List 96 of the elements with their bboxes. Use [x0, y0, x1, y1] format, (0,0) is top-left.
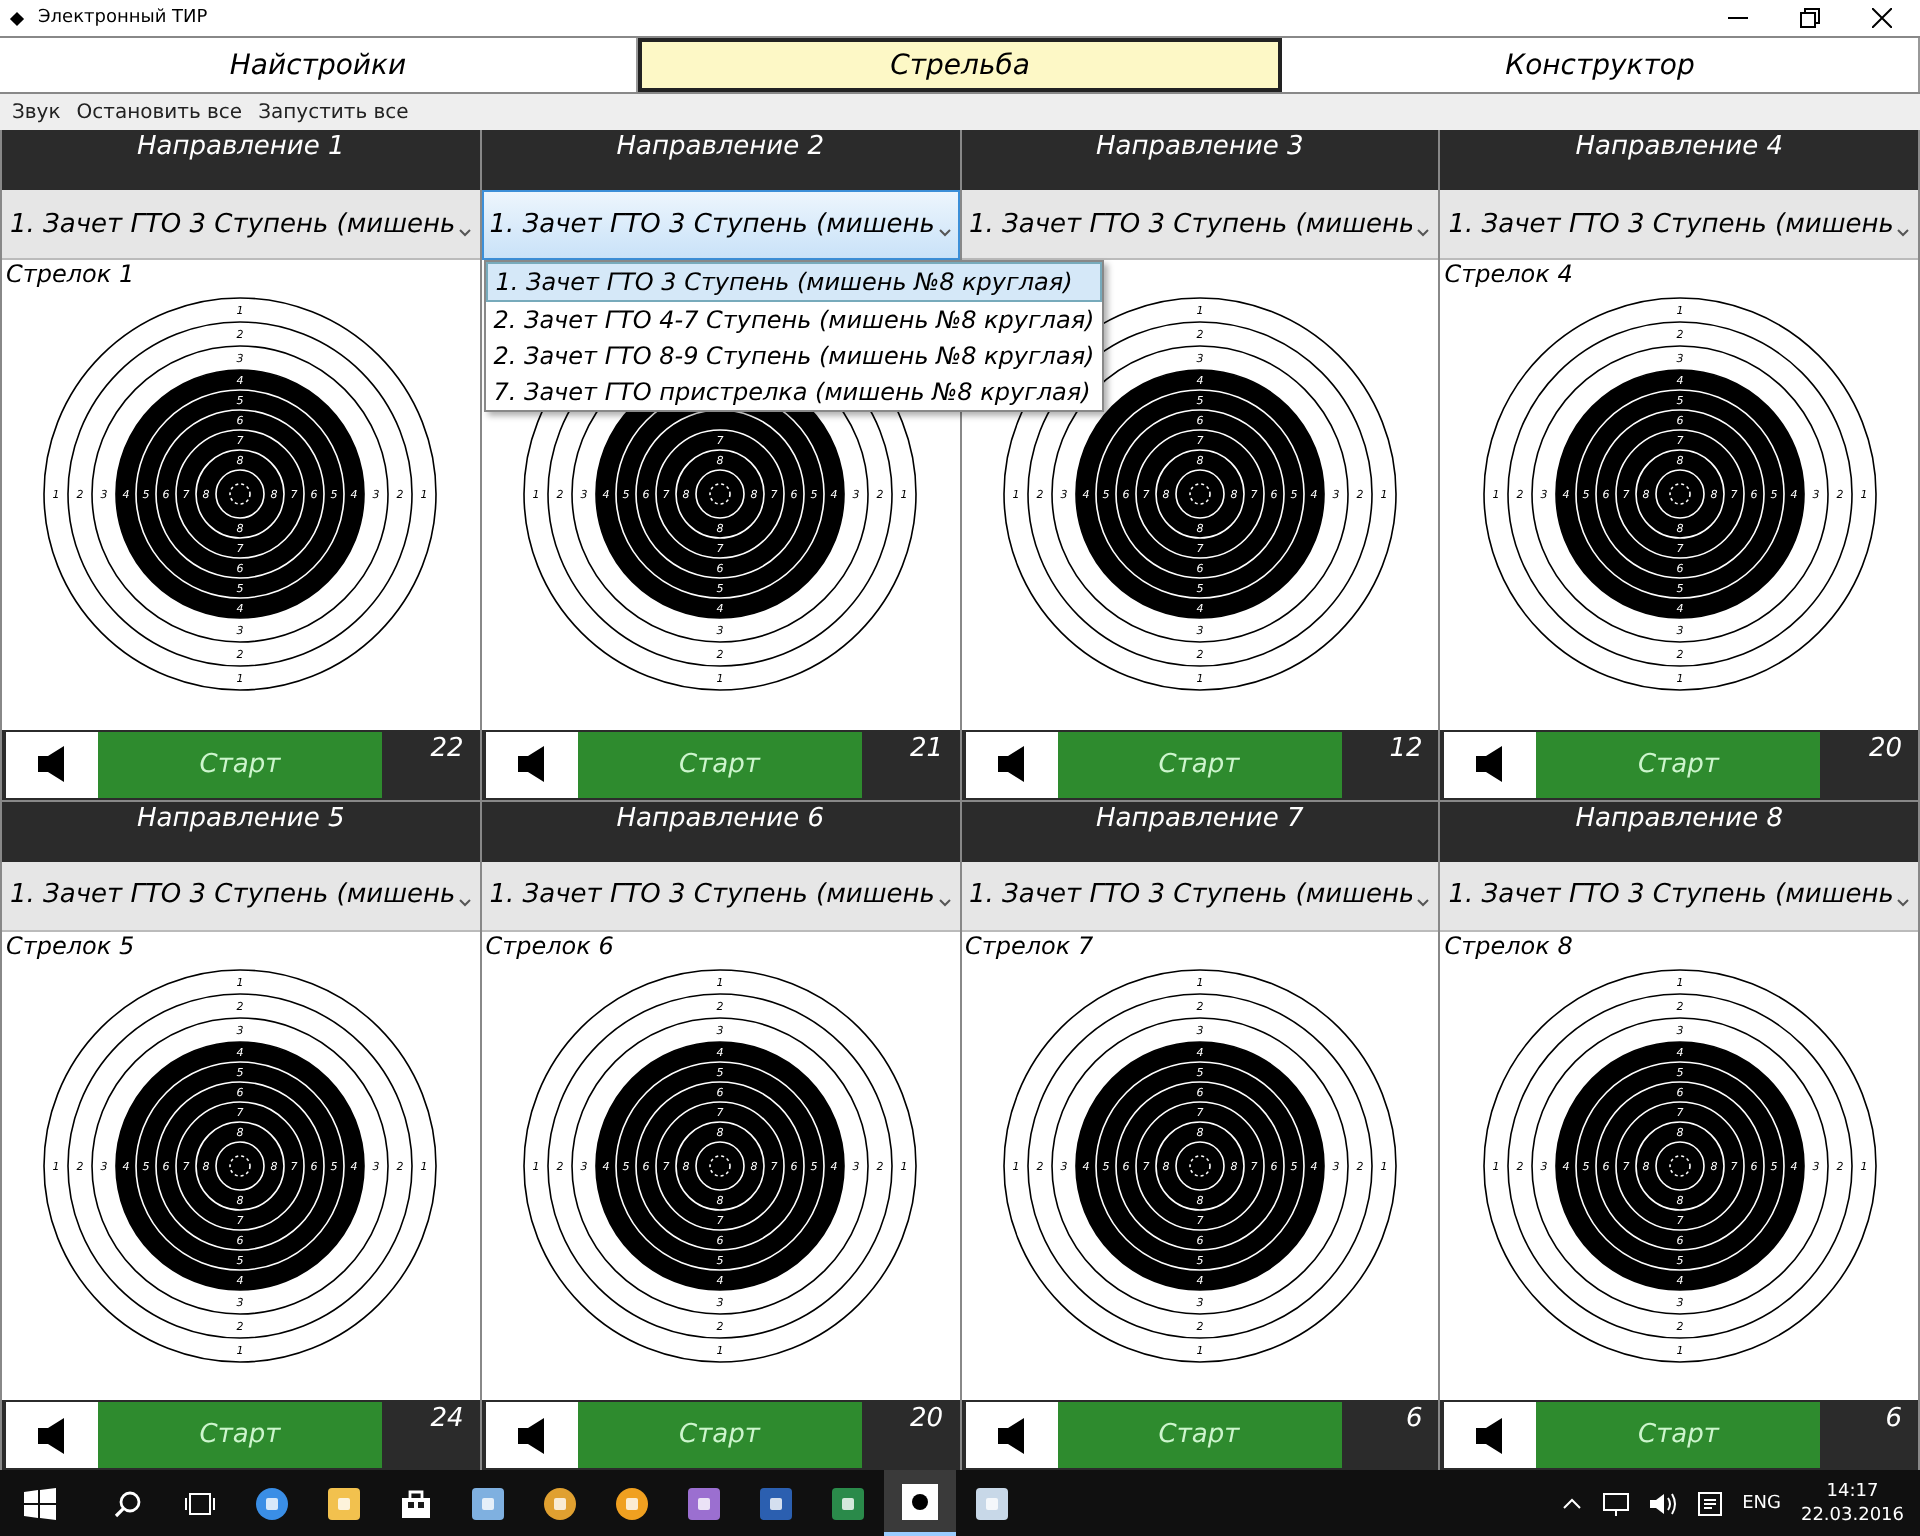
sound-button[interactable]: [965, 1402, 1057, 1468]
dropdown-option[interactable]: 2. Зачет ГТО 8-9 Ступень (мишень №8 круглая): [485, 338, 1103, 374]
network-icon[interactable]: [1602, 1491, 1631, 1515]
app-icon: [470, 1485, 506, 1521]
taskbar-app[interactable]: [884, 1470, 956, 1536]
direction-header: Направление 2: [481, 130, 959, 190]
shot-counter: 20: [907, 1402, 945, 1438]
shot-counter: 6: [1883, 1402, 1904, 1438]
start-button[interactable]: Старт: [577, 1402, 862, 1468]
program-dropdown[interactable]: 1. Зачет ГТО 3 Ступень (мишень: [1440, 190, 1918, 260]
dropdown-option[interactable]: 1. Зачет ГТО 3 Ступень (мишень №8 круглая): [485, 262, 1103, 302]
direction-header: Направление 7: [961, 801, 1439, 861]
program-dropdown[interactable]: 1. Зачет ГТО 3 Ступень (мишень: [961, 190, 1439, 260]
speaker-icon: [997, 746, 1025, 782]
direction-header: Направление 8: [1440, 801, 1918, 861]
speaker-icon: [38, 746, 66, 782]
start-button[interactable]: Старт: [1536, 1402, 1821, 1468]
speaker-icon: [1476, 1417, 1505, 1453]
chevron-icon: [1896, 898, 1910, 908]
speaker-icon: [1476, 746, 1505, 782]
start-button[interactable]: Старт: [1057, 1402, 1341, 1468]
app-icon: [254, 1485, 290, 1521]
start-button[interactable]: Старт: [1536, 731, 1821, 797]
start-button[interactable]: Старт: [98, 731, 382, 797]
program-dropdown[interactable]: 1. Зачет ГТО 3 Ступень (мишень: [2, 190, 480, 260]
notification-icon[interactable]: [1698, 1491, 1723, 1515]
sound-button[interactable]: [1444, 731, 1537, 797]
speaker-icon: [38, 1417, 66, 1453]
toolbar-button[interactable]: Запустить все: [254, 101, 413, 123]
app-icon: [830, 1485, 866, 1521]
shooter-label: Стрелок 7: [963, 931, 1094, 961]
program-dropdown[interactable]: 1. Зачет ГТО 3 Ступень (мишень: [481, 190, 959, 260]
shot-counter: 21: [907, 731, 945, 767]
app-icon: [9, 10, 25, 26]
shot-counter: 6: [1403, 1402, 1425, 1438]
app-icon: [686, 1485, 722, 1521]
start-icon[interactable]: [24, 1487, 56, 1519]
shooter-label: Стрелок 4: [1442, 260, 1573, 290]
sound-button[interactable]: [485, 731, 578, 797]
chevron-icon: [1896, 227, 1910, 237]
clock-date: 22.03.2016: [1800, 1503, 1904, 1527]
chevron-icon: [1416, 898, 1431, 908]
search-icon: [114, 1489, 142, 1517]
speaker-icon: [997, 1417, 1025, 1453]
program-dropdown[interactable]: 1. Зачет ГТО 3 Ступень (мишень: [481, 861, 959, 931]
program-dropdown[interactable]: 1. Зачет ГТО 3 Ступень (мишень: [2, 861, 480, 931]
chevron-icon: [937, 227, 951, 237]
shooter-label: Стрелок 5: [4, 931, 135, 961]
clock-time: 14:17: [1826, 1479, 1879, 1503]
shooter-label: Стрелок 1: [4, 260, 135, 290]
direction-header: Направление 3: [961, 130, 1439, 190]
app-icon: [758, 1485, 794, 1521]
app-icon: [974, 1485, 1010, 1521]
shooter-label: Стрелок 6: [483, 931, 614, 961]
chevron-up-icon[interactable]: [1562, 1497, 1583, 1509]
program-dropdown[interactable]: 1. Зачет ГТО 3 Ступень (мишень: [1440, 861, 1918, 931]
sound-button[interactable]: [1444, 1402, 1537, 1468]
volume-icon[interactable]: [1650, 1491, 1679, 1515]
start-button[interactable]: Старт: [98, 1402, 382, 1468]
chevron-icon: [937, 898, 951, 908]
shot-counter: 20: [1866, 731, 1904, 767]
language-indicator[interactable]: ENG: [1742, 1493, 1781, 1513]
app-icon: [542, 1485, 578, 1521]
shot-counter: 22: [428, 731, 466, 767]
app-icon: [614, 1485, 650, 1521]
direction-header: Направление 5: [2, 801, 480, 861]
sound-button[interactable]: [6, 1402, 98, 1468]
task-view-icon: [184, 1491, 216, 1515]
window-title: Электронный ТИР: [38, 8, 210, 28]
maximize-icon[interactable]: [1800, 8, 1820, 28]
close-icon[interactable]: [1872, 8, 1892, 28]
shot-counter: 12: [1387, 731, 1425, 767]
app-icon: [326, 1485, 362, 1521]
shooter-label: Стрелок 8: [1442, 931, 1573, 961]
sound-button[interactable]: [965, 731, 1057, 797]
bag-icon: [400, 1487, 432, 1519]
start-button[interactable]: Старт: [577, 731, 862, 797]
direction-header: Направление 6: [481, 801, 959, 861]
direction-header: Направление 4: [1440, 130, 1918, 190]
dropdown-option[interactable]: 7. Зачет ГТО пристрелка (мишень №8 круглая): [485, 374, 1103, 410]
chevron-icon: [457, 227, 472, 237]
sound-button[interactable]: [6, 731, 98, 797]
speaker-icon: [517, 746, 546, 782]
app-icon: [902, 1483, 938, 1519]
dropdown-option[interactable]: 2. Зачет ГТО 4-7 Ступень (мишень №8 круглая): [485, 302, 1103, 338]
direction-header: Направление 1: [2, 130, 480, 190]
program-dropdown[interactable]: 1. Зачет ГТО 3 Ступень (мишень: [961, 861, 1439, 931]
shot-counter: 24: [428, 1402, 466, 1438]
speaker-icon: [517, 1417, 546, 1453]
chevron-icon: [1416, 227, 1431, 237]
sound-button[interactable]: [485, 1402, 578, 1468]
start-button[interactable]: Старт: [1057, 731, 1341, 797]
toolbar-button[interactable]: Остановить все: [72, 101, 247, 123]
chevron-icon: [457, 898, 472, 908]
tab[interactable]: Стрельба: [638, 38, 1282, 92]
toolbar-button[interactable]: Звук: [8, 101, 65, 123]
